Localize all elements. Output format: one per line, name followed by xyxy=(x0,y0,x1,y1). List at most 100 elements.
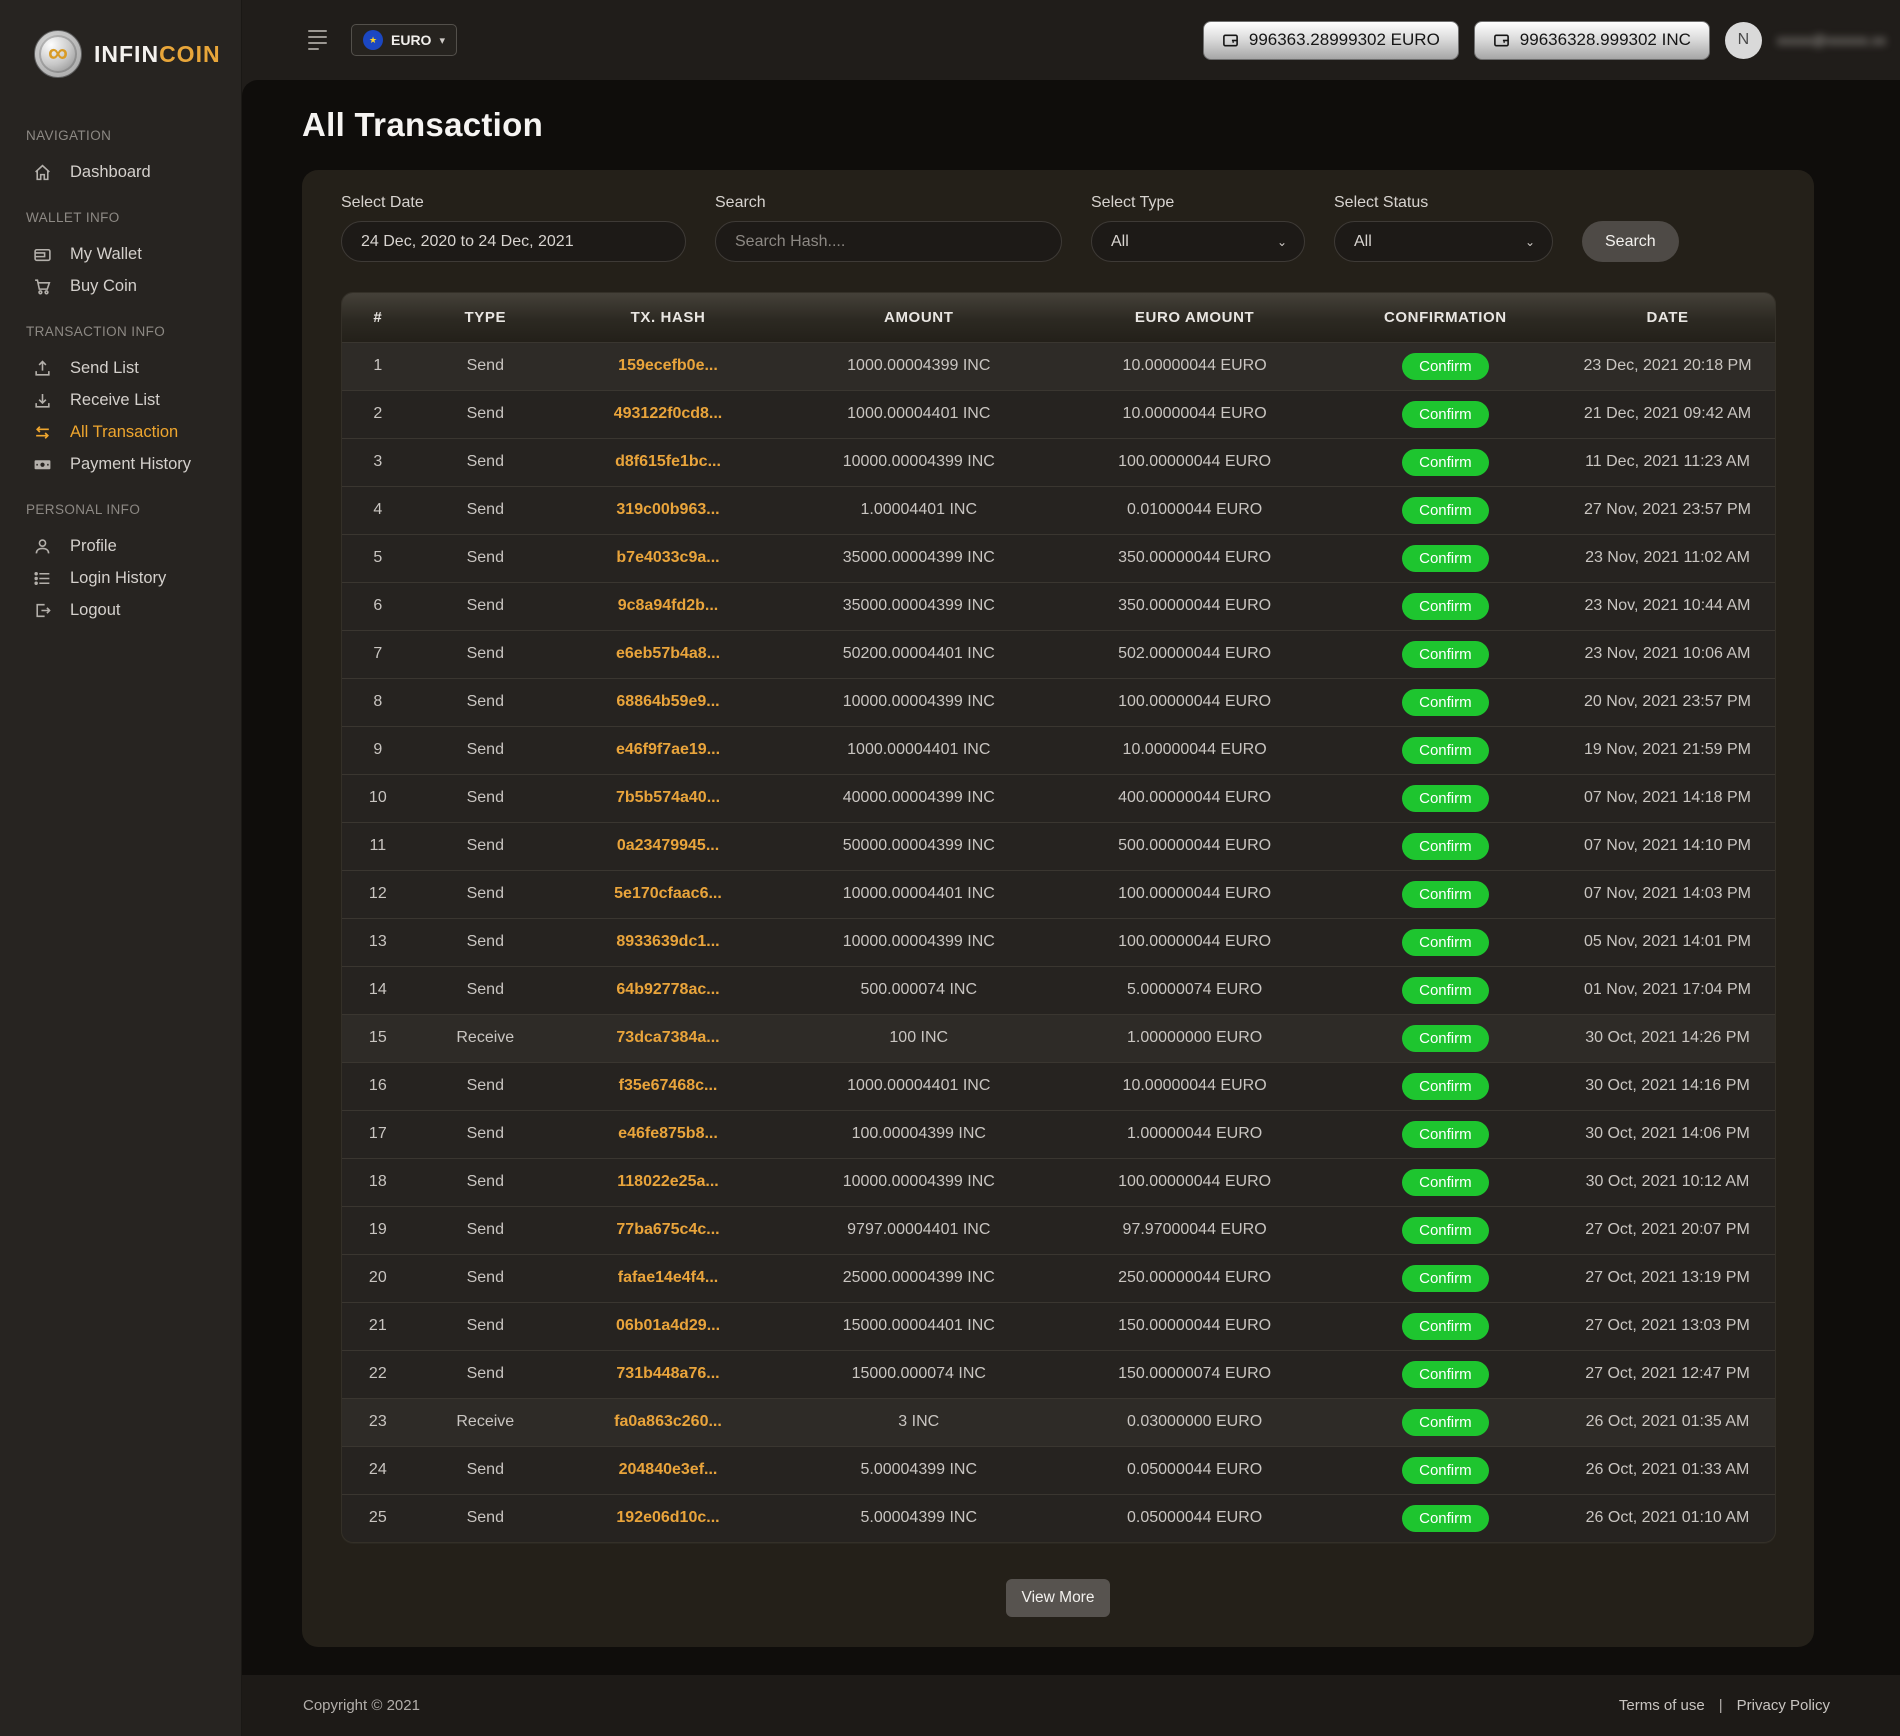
confirm-badge[interactable]: Confirm xyxy=(1402,1361,1489,1388)
tx-hash-link[interactable]: e46fe875b8... xyxy=(618,1125,718,1142)
confirm-badge[interactable]: Confirm xyxy=(1402,1457,1489,1484)
tx-hash-link[interactable]: 118022e25a... xyxy=(617,1173,718,1190)
tx-hash-link-cell: 7b5b574a40... xyxy=(557,774,779,822)
sidebar-item-profile[interactable]: Profile xyxy=(0,530,241,562)
tx-hash-link[interactable]: 493122f0cd8... xyxy=(614,405,723,422)
sidebar-item-buy-coin[interactable]: Buy Coin xyxy=(0,270,241,302)
tx-hash-link[interactable]: 77ba675c4c... xyxy=(616,1221,719,1238)
confirm-badge[interactable]: Confirm xyxy=(1402,1073,1489,1100)
sidebar-item-label: Login History xyxy=(70,569,166,588)
table-row: 17Sende46fe875b8...100.00004399 INC1.000… xyxy=(342,1110,1775,1158)
confirm-badge[interactable]: Confirm xyxy=(1402,1265,1489,1292)
tx-hash-link[interactable]: fa0a863c260... xyxy=(614,1413,722,1430)
transactions-tbody: 1Send159ecefb0e...1000.00004399 INC10.00… xyxy=(342,342,1775,1542)
tx-hash-link[interactable]: 7b5b574a40... xyxy=(616,789,720,806)
tx-hash-link[interactable]: e6eb57b4a8... xyxy=(616,645,720,662)
status-filter-label: Select Status xyxy=(1334,194,1553,212)
confirm-badge[interactable]: Confirm xyxy=(1402,1217,1489,1244)
row-number-cell: 12 xyxy=(342,870,414,918)
confirm-badge[interactable]: Confirm xyxy=(1402,881,1489,908)
table-row: 10Send7b5b574a40...40000.00004399 INC400… xyxy=(342,774,1775,822)
tx-hash-link[interactable]: 9c8a94fd2b... xyxy=(618,597,719,614)
user-avatar[interactable]: N xyxy=(1725,22,1762,59)
tx-hash-link[interactable]: 204840e3ef... xyxy=(619,1461,718,1478)
confirm-badge[interactable]: Confirm xyxy=(1402,1025,1489,1052)
view-more-button[interactable]: View More xyxy=(1006,1579,1111,1617)
tx-hash-link[interactable]: f35e67468c... xyxy=(619,1077,718,1094)
tx-hash-link[interactable]: 0a23479945... xyxy=(617,837,719,854)
tx-hash-link[interactable]: 5e170cfaac6... xyxy=(614,885,722,902)
confirm-badge[interactable]: Confirm xyxy=(1402,929,1489,956)
footer: Copyright © 2021 Terms of use | Privacy … xyxy=(242,1675,1900,1736)
inc-balance-button[interactable]: 99636328.999302 INC xyxy=(1474,21,1710,60)
tx-hash-link[interactable]: fafae14e4f4... xyxy=(618,1269,719,1286)
tx-hash-link-cell: b7e4033c9a... xyxy=(557,534,779,582)
sidebar-item-my-wallet[interactable]: My Wallet xyxy=(0,238,241,270)
tx-hash-link-cell: d8f615fe1bc... xyxy=(557,438,779,486)
confirm-badge[interactable]: Confirm xyxy=(1402,497,1489,524)
menu-icon[interactable] xyxy=(304,26,331,55)
tx-hash-link[interactable]: 192e06d10c... xyxy=(616,1509,719,1526)
tx-hash-link-cell: 0a23479945... xyxy=(557,822,779,870)
brand-logo[interactable]: ∞ INFINCOIN xyxy=(0,0,241,78)
tx-hash-link[interactable]: 8933639dc1... xyxy=(616,933,719,950)
tx-euro-amount-cell: 10.00000044 EURO xyxy=(1058,726,1330,774)
tx-date-cell: 27 Nov, 2021 23:57 PM xyxy=(1560,486,1775,534)
tx-hash-link[interactable]: 06b01a4d29... xyxy=(616,1317,720,1334)
sidebar-item-login-history[interactable]: Login History xyxy=(0,562,241,594)
confirm-badge-cell: Confirm xyxy=(1331,1350,1560,1398)
confirm-badge-cell: Confirm xyxy=(1331,1206,1560,1254)
confirm-badge[interactable]: Confirm xyxy=(1402,689,1489,716)
confirm-badge[interactable]: Confirm xyxy=(1402,641,1489,668)
confirm-badge[interactable]: Confirm xyxy=(1402,401,1489,428)
tx-hash-link[interactable]: d8f615fe1bc... xyxy=(615,453,721,470)
confirm-badge[interactable]: Confirm xyxy=(1402,1505,1489,1532)
privacy-link[interactable]: Privacy Policy xyxy=(1737,1697,1830,1714)
tx-hash-link[interactable]: 73dca7384a... xyxy=(616,1029,719,1046)
tx-hash-link[interactable]: 159ecefb0e... xyxy=(618,357,718,374)
confirm-badge-cell: Confirm xyxy=(1331,1014,1560,1062)
confirm-badge[interactable]: Confirm xyxy=(1402,1313,1489,1340)
tx-euro-amount-cell: 1.00000000 EURO xyxy=(1058,1014,1330,1062)
confirm-badge[interactable]: Confirm xyxy=(1402,1121,1489,1148)
confirm-badge[interactable]: Confirm xyxy=(1402,1169,1489,1196)
date-range-input[interactable] xyxy=(341,221,686,262)
terms-link[interactable]: Terms of use xyxy=(1619,1697,1705,1714)
confirm-badge-cell: Confirm xyxy=(1331,1494,1560,1542)
tx-date-cell: 30 Oct, 2021 14:16 PM xyxy=(1560,1062,1775,1110)
tx-hash-link[interactable]: b7e4033c9a... xyxy=(616,549,719,566)
confirm-badge[interactable]: Confirm xyxy=(1402,449,1489,476)
tx-hash-link[interactable]: 64b92778ac... xyxy=(616,981,719,998)
cart-icon xyxy=(32,276,53,297)
confirm-badge[interactable]: Confirm xyxy=(1402,833,1489,860)
sidebar-item-all-transaction[interactable]: All Transaction xyxy=(0,416,241,448)
confirm-badge[interactable]: Confirm xyxy=(1402,737,1489,764)
currency-selector[interactable]: ★ EURO ▾ xyxy=(351,24,457,56)
sidebar-item-logout[interactable]: Logout xyxy=(0,594,241,626)
confirm-badge[interactable]: Confirm xyxy=(1402,353,1489,380)
row-number-cell: 8 xyxy=(342,678,414,726)
tx-hash-link[interactable]: 68864b59e9... xyxy=(616,693,719,710)
sidebar-item-receive-list[interactable]: Receive List xyxy=(0,384,241,416)
col-date: DATE xyxy=(1560,293,1775,342)
confirm-badge[interactable]: Confirm xyxy=(1402,977,1489,1004)
confirm-badge[interactable]: Confirm xyxy=(1402,785,1489,812)
nav-section-navigation: NAVIGATION xyxy=(0,106,241,156)
sidebar-item-dashboard[interactable]: Dashboard xyxy=(0,156,241,188)
search-hash-input[interactable] xyxy=(715,221,1062,262)
sidebar-item-payment-history[interactable]: Payment History xyxy=(0,448,241,480)
search-button[interactable]: Search xyxy=(1582,221,1679,262)
tx-hash-link[interactable]: 319c00b963... xyxy=(616,501,719,518)
confirm-badge[interactable]: Confirm xyxy=(1402,1409,1489,1436)
type-select[interactable]: All ⌄ xyxy=(1091,221,1305,262)
confirm-badge[interactable]: Confirm xyxy=(1402,545,1489,572)
tx-hash-link[interactable]: 731b448a76... xyxy=(616,1365,719,1382)
tx-type-cell: Receive xyxy=(414,1398,557,1446)
infinity-icon: ∞ xyxy=(48,39,68,67)
tx-amount-cell: 1000.00004401 INC xyxy=(779,1062,1058,1110)
status-select[interactable]: All ⌄ xyxy=(1334,221,1553,262)
euro-balance-button[interactable]: 996363.28999302 EURO xyxy=(1203,21,1459,60)
tx-hash-link[interactable]: e46f9f7ae19... xyxy=(616,741,720,758)
sidebar-item-send-list[interactable]: Send List xyxy=(0,352,241,384)
confirm-badge[interactable]: Confirm xyxy=(1402,593,1489,620)
